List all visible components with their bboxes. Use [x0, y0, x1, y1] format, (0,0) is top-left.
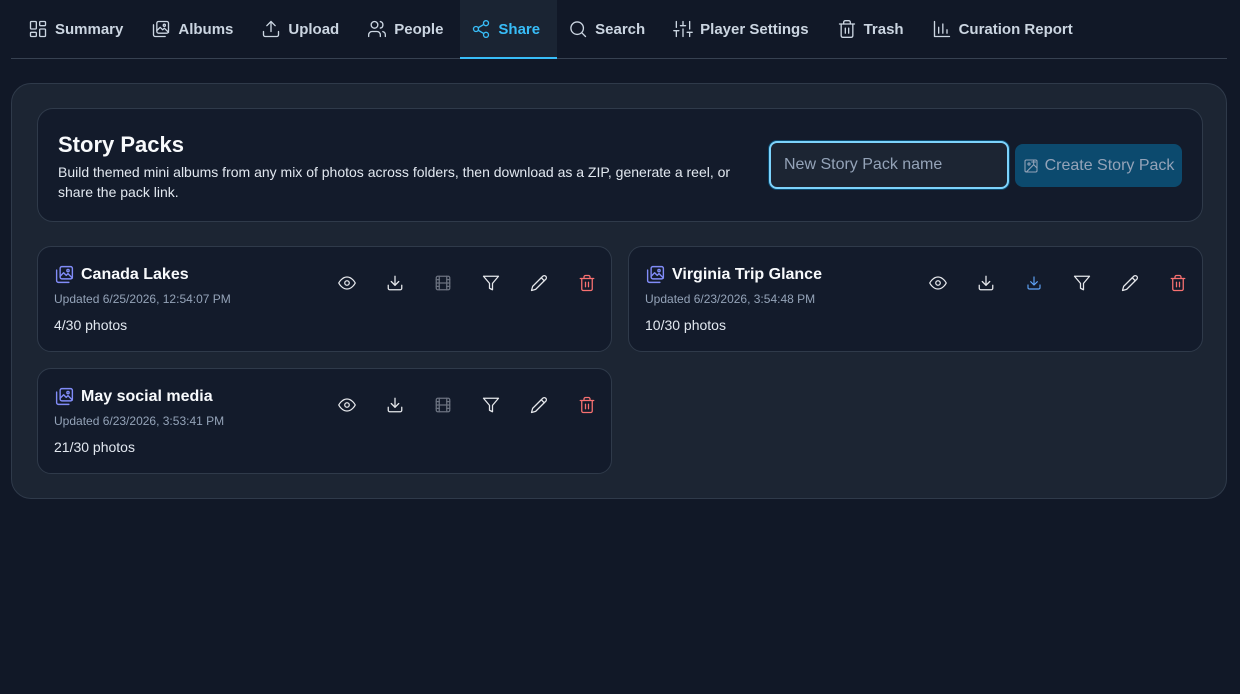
- download-zip-button[interactable]: [371, 393, 419, 417]
- pencil-icon: [1121, 275, 1138, 292]
- view-pack-button[interactable]: [323, 393, 371, 417]
- sliders-icon: [673, 20, 694, 38]
- top-nav: Summary Albums Upload People Share Searc…: [11, 0, 1227, 59]
- pack-actions: [323, 271, 611, 295]
- download-zip-button[interactable]: [962, 271, 1010, 295]
- pack-photo-count: 4/30 photos: [54, 317, 128, 333]
- pack-photo-count: 21/30 photos: [54, 439, 135, 455]
- upload-icon: [263, 20, 280, 38]
- pack-photo-count: 10/30 photos: [645, 317, 726, 333]
- tab-label: Summary: [55, 20, 124, 38]
- trash-icon: [579, 274, 595, 292]
- eye-icon: [338, 276, 356, 290]
- page-title: Story Packs: [58, 132, 184, 157]
- download-zip-button[interactable]: [371, 271, 419, 295]
- album-icon: [54, 386, 75, 407]
- generate-reel-button[interactable]: [419, 393, 467, 417]
- story-pack-card: Virginia Trip Glance Updated 6/23/2026, …: [628, 246, 1203, 352]
- download-icon: [978, 275, 994, 291]
- download-icon: [1027, 276, 1041, 290]
- trash-icon: [838, 20, 855, 38]
- film-icon: [435, 397, 451, 413]
- image-plus-icon: [1024, 158, 1038, 173]
- download-reel-button[interactable]: [1010, 271, 1058, 295]
- filter-icon: [1073, 275, 1091, 291]
- filter-icon: [482, 275, 500, 291]
- pencil-icon: [530, 275, 547, 292]
- tab-label: Player Settings: [700, 20, 809, 38]
- trash-icon: [579, 396, 595, 414]
- download-icon: [387, 397, 403, 413]
- search-icon: [570, 21, 587, 38]
- story-packs-header: Story Packs Build themed mini albums fro…: [37, 108, 1203, 222]
- filter-icon: [482, 397, 500, 413]
- edit-pack-button[interactable]: [515, 393, 563, 417]
- eye-icon: [929, 276, 947, 290]
- tab-people[interactable]: People: [356, 0, 460, 58]
- pack-name: May social media: [81, 388, 213, 405]
- view-pack-button[interactable]: [914, 271, 962, 295]
- tab-label: Curation Report: [958, 20, 1073, 38]
- trash-icon: [1170, 274, 1186, 292]
- pack-updated: Updated 6/23/2026, 3:53:41 PM: [54, 414, 225, 428]
- story-pack-name-input[interactable]: [769, 141, 1009, 189]
- bar-chart-icon: [933, 20, 950, 38]
- eye-icon: [338, 398, 356, 412]
- album-icon: [645, 264, 666, 285]
- pencil-icon: [530, 397, 547, 414]
- delete-pack-button[interactable]: [1154, 271, 1202, 295]
- view-pack-button[interactable]: [323, 271, 371, 295]
- filter-button[interactable]: [1058, 271, 1106, 295]
- delete-pack-button[interactable]: [563, 393, 611, 417]
- tab-summary[interactable]: Summary: [17, 0, 140, 58]
- delete-pack-button[interactable]: [563, 271, 611, 295]
- edit-pack-button[interactable]: [515, 271, 563, 295]
- film-icon: [435, 275, 451, 291]
- story-packs-panel: Story Packs Build themed mini albums fro…: [11, 83, 1227, 499]
- pack-actions: [323, 393, 611, 417]
- people-icon: [368, 20, 387, 38]
- pack-updated: Updated 6/25/2026, 12:54:07 PM: [54, 292, 231, 306]
- tab-label: Share: [498, 20, 541, 38]
- tab-label: Albums: [178, 20, 234, 38]
- tab-trash[interactable]: Trash: [826, 0, 921, 58]
- story-pack-card: May social media Updated 6/23/2026, 3:53…: [37, 368, 612, 474]
- tab-label: Search: [595, 20, 646, 38]
- tab-albums[interactable]: Albums: [140, 0, 250, 58]
- tab-upload[interactable]: Upload: [250, 0, 356, 58]
- pack-name: Canada Lakes: [81, 266, 189, 283]
- tab-label: Upload: [288, 20, 340, 38]
- album-icon: [54, 264, 75, 285]
- story-pack-card: Canada Lakes Updated 6/25/2026, 12:54:07…: [37, 246, 612, 352]
- create-story-pack-button[interactable]: Create Story Pack: [1015, 144, 1182, 187]
- generate-reel-button[interactable]: [419, 271, 467, 295]
- edit-pack-button[interactable]: [1106, 271, 1154, 295]
- tab-player-settings[interactable]: Player Settings: [662, 0, 825, 58]
- grid-icon: [29, 20, 47, 38]
- page-description: Build themed mini albums from any mix of…: [58, 164, 731, 200]
- tab-curation-report[interactable]: Curation Report: [921, 0, 1090, 58]
- pack-name: Virginia Trip Glance: [672, 266, 822, 283]
- filter-button[interactable]: [467, 393, 515, 417]
- tab-search[interactable]: Search: [557, 0, 662, 58]
- create-button-label: Create Story Pack: [1044, 156, 1175, 174]
- filter-button[interactable]: [467, 271, 515, 295]
- tab-label: People: [394, 20, 444, 38]
- tab-label: Trash: [863, 20, 904, 38]
- download-icon: [387, 275, 403, 291]
- pack-actions: [914, 271, 1202, 295]
- albums-icon: [153, 20, 170, 38]
- pack-updated: Updated 6/23/2026, 3:54:48 PM: [645, 292, 816, 306]
- tab-share[interactable]: Share: [460, 0, 558, 59]
- share-icon: [473, 20, 490, 38]
